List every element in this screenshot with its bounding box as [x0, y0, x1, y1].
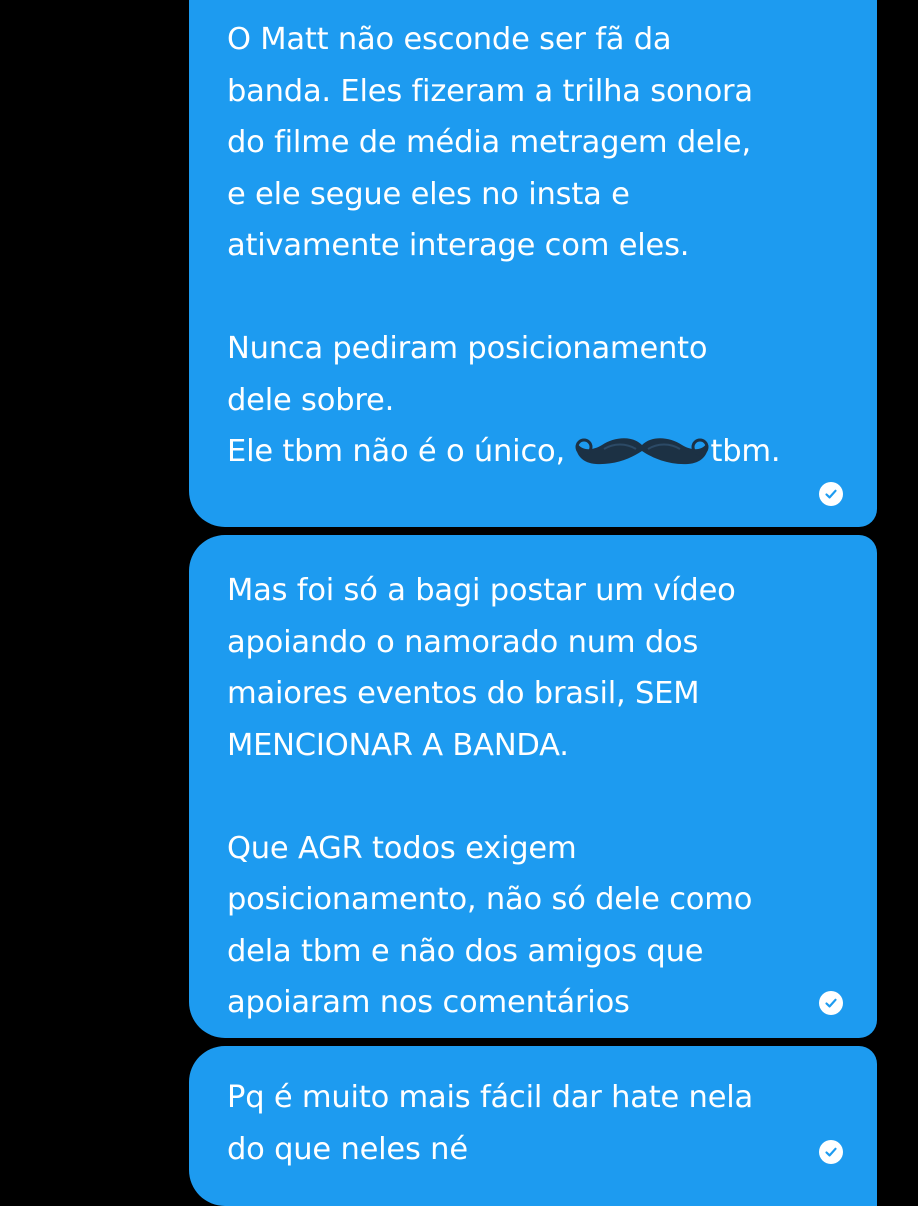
message-line: Pq é muito mais fácil dar hate nela — [227, 1080, 754, 1115]
message-bubble[interactable]: Pq é muito mais fácil dar hate nela do q… — [189, 1046, 877, 1206]
message-bubble[interactable]: O Matt não esconde ser fã da banda. Eles… — [189, 0, 877, 527]
message-text: tbm. — [710, 434, 781, 469]
message-line: apoiando o namorado num dos — [227, 624, 699, 660]
message-line: O Matt não esconde ser fã da — [227, 22, 672, 57]
message-line: Mas foi só a bagi postar um vídeo — [227, 573, 736, 608]
message-line: posicionamento, não só dele como — [227, 882, 753, 917]
message-paragraph-gap — [227, 272, 837, 324]
message-line: maiores eventos do brasil, SEM — [227, 676, 700, 711]
mustache-icon — [574, 433, 710, 469]
message-line: do que neles né — [227, 1131, 468, 1167]
message-line: dela tbm e não dos amigos que — [227, 933, 704, 969]
message-text: Ele tbm não é o único, — [227, 434, 565, 469]
read-check-icon — [819, 482, 843, 506]
message-line-with-redaction: Ele tbm não é o único, tbm. — [227, 426, 837, 478]
message-line: dele sobre. — [227, 382, 395, 418]
message-line: Nunca pediram posicionamento — [227, 331, 708, 366]
message-line: Que AGR todos exigem — [227, 830, 577, 866]
message-paragraph-gap — [227, 771, 837, 823]
message-line: e ele segue eles no insta e — [227, 176, 630, 212]
message-line: do filme de média metragem dele, — [227, 125, 751, 160]
message-line: MENCIONAR A BANDA. — [227, 727, 569, 763]
read-check-icon — [819, 991, 843, 1015]
message-bubble[interactable]: Mas foi só a bagi postar um vídeo apoian… — [189, 535, 877, 1038]
read-check-icon — [819, 1140, 843, 1164]
message-line: apoiaram nos comentários — [227, 985, 630, 1020]
message-line: ativamente interage com eles. — [227, 228, 690, 263]
message-line: banda. Eles fizeram a trilha sonora — [227, 73, 753, 109]
